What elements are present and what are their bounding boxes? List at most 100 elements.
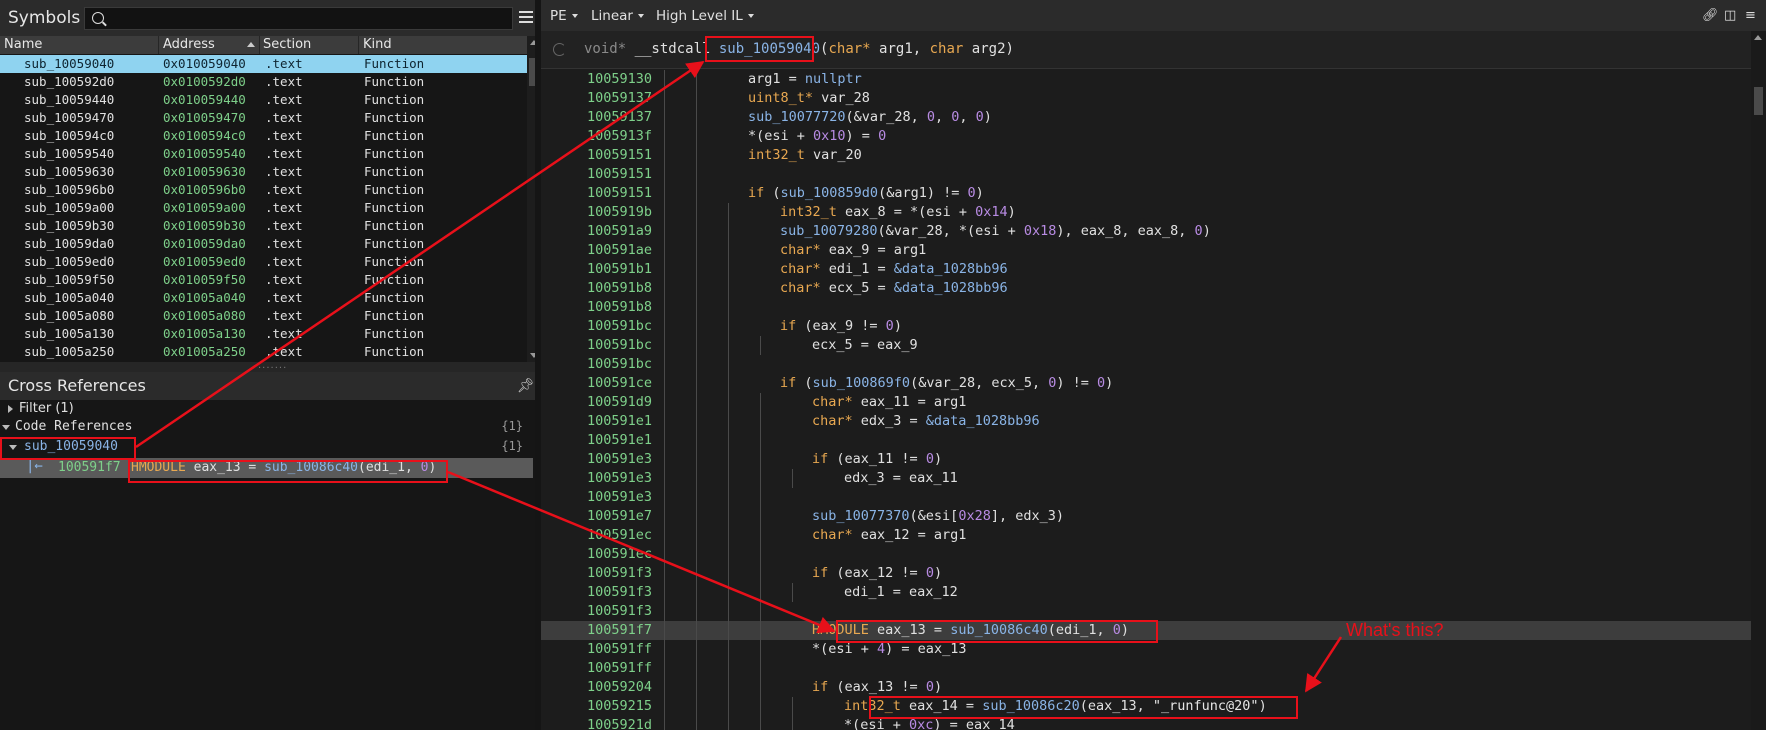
xref-code-references[interactable]: Code References {1} bbox=[0, 418, 533, 437]
code-line[interactable]: 100591ec bbox=[541, 545, 1751, 564]
code-line[interactable]: 10059137 uint8_t* var_28 bbox=[541, 89, 1751, 108]
code-line[interactable]: 10059151 if (sub_100859d0(&arg1) != 0) bbox=[541, 184, 1751, 203]
code-line[interactable]: 100591b8 bbox=[541, 298, 1751, 317]
code-line[interactable]: 100591ce if (sub_100869f0(&var_28, ecx_5,… bbox=[541, 374, 1751, 393]
code-line[interactable]: 100591e1 char* edx_3 = &data_1028bb96 bbox=[541, 412, 1751, 431]
symbol-row[interactable]: sub_1005a130 0x01005a130 .text Function bbox=[0, 325, 527, 343]
pin-icon[interactable]: 📌︎ bbox=[517, 378, 535, 394]
layout-dropdown[interactable]: Linear bbox=[591, 8, 644, 24]
symbol-address: 0x01005a080 bbox=[163, 308, 246, 323]
symbol-row[interactable]: sub_10059630 0x010059630 .text Function bbox=[0, 163, 527, 181]
hamburger-menu-icon[interactable] bbox=[519, 11, 533, 23]
indent-guide bbox=[664, 260, 665, 279]
code-line-text: HMODULE eax_13 = sub_10086c40(edi_1, 0) bbox=[812, 622, 1130, 638]
symbol-row[interactable]: sub_100596b0 0x0100596b0 .text Function bbox=[0, 181, 527, 199]
indent-guide bbox=[664, 279, 665, 298]
split-view-icon[interactable]: ◫ bbox=[1724, 8, 1738, 23]
code-line[interactable]: 100591f3 bbox=[541, 602, 1751, 621]
code-line[interactable]: 100591ff bbox=[541, 659, 1751, 678]
signature-function-name[interactable]: sub_10059040 bbox=[719, 41, 820, 57]
code-scroll-thumb[interactable] bbox=[1754, 87, 1763, 115]
symbol-row[interactable]: sub_10059da0 0x010059da0 .text Function bbox=[0, 235, 527, 253]
symbol-row[interactable]: sub_10059470 0x010059470 .text Function bbox=[0, 109, 527, 127]
code-line[interactable]: 10059215 int32_t eax_14 = sub_10086c20(ea… bbox=[541, 697, 1751, 716]
symbol-row[interactable]: sub_10059a00 0x010059a00 .text Function bbox=[0, 199, 527, 217]
code-line[interactable]: 100591e1 bbox=[541, 431, 1751, 450]
symbol-row[interactable]: sub_10059540 0x010059540 .text Function bbox=[0, 145, 527, 163]
code-line[interactable]: 1005919b int32_t eax_8 = *(esi + 0x14) bbox=[541, 203, 1751, 222]
code-line[interactable]: 1005913f *(esi + 0x10) = 0 bbox=[541, 127, 1751, 146]
collapse-arrow-icon[interactable] bbox=[2, 425, 10, 430]
code-line[interactable]: 100591b1 char* edi_1 = &data_1028bb96 bbox=[541, 260, 1751, 279]
code-line[interactable]: 100591bc bbox=[541, 355, 1751, 374]
indent-guide bbox=[760, 488, 761, 507]
expand-arrow-icon[interactable] bbox=[8, 405, 13, 413]
code-line[interactable]: 100591e3 bbox=[541, 488, 1751, 507]
code-line[interactable]: 10059204 if (eax_13 != 0) bbox=[541, 678, 1751, 697]
symbol-row[interactable]: sub_1005a080 0x01005a080 .text Function bbox=[0, 307, 527, 325]
code-line[interactable]: 10059151 bbox=[541, 165, 1751, 184]
code-line-address: 10059151 bbox=[587, 185, 653, 201]
code-line[interactable]: 10059151 int32_t var_20 bbox=[541, 146, 1751, 165]
symbol-row[interactable]: sub_10059ed0 0x010059ed0 .text Function bbox=[0, 253, 527, 271]
symbols-search-input[interactable] bbox=[109, 8, 509, 29]
xref-filter[interactable]: Filter (1) bbox=[0, 400, 533, 419]
code-line[interactable]: 100591e3 edx_3 = eax_11 bbox=[541, 469, 1751, 488]
code-line[interactable]: 100591ec char* eax_12 = arg1 bbox=[541, 526, 1751, 545]
symbols-search-box[interactable] bbox=[84, 7, 513, 30]
symbol-row[interactable]: sub_1005a250 0x01005a250 .text Function bbox=[0, 343, 527, 361]
symbol-name: sub_10059da0 bbox=[24, 236, 115, 251]
indent-guide bbox=[728, 260, 729, 279]
code-line[interactable]: 1005921d *(esi + 0xc) = eax_14 bbox=[541, 716, 1751, 730]
indent-guide bbox=[696, 260, 697, 279]
code-line[interactable]: 100591f3 edi_1 = eax_12 bbox=[541, 583, 1751, 602]
symbol-row[interactable]: sub_10059040 0x010059040 .text Function bbox=[0, 55, 527, 73]
code-line[interactable]: 100591f3 if (eax_12 != 0) bbox=[541, 564, 1751, 583]
column-header-section[interactable]: Section bbox=[263, 37, 311, 52]
indent-guide bbox=[760, 545, 761, 564]
view-toolbar: PE Linear High Level IL 🔗︎ ◫ ≡ bbox=[541, 0, 1766, 31]
view-type-dropdown[interactable]: PE bbox=[550, 8, 578, 24]
link-icon[interactable]: 🔗︎ bbox=[1702, 8, 1719, 23]
symbol-row[interactable]: sub_10059440 0x010059440 .text Function bbox=[0, 91, 527, 109]
column-header-name[interactable]: Name bbox=[4, 37, 42, 52]
column-header-address[interactable]: Address bbox=[163, 37, 215, 52]
indent-guide bbox=[696, 184, 697, 203]
code-line[interactable]: 10059137 sub_10077720(&var_28, 0, 0, 0) bbox=[541, 108, 1751, 127]
collapse-arrow-icon[interactable] bbox=[9, 445, 17, 450]
indent-guide bbox=[760, 393, 761, 412]
xref-function-node[interactable]: sub_10059040 {1} bbox=[0, 438, 533, 457]
code-line[interactable]: 100591d9 char* eax_11 = arg1 bbox=[541, 393, 1751, 412]
xref-reference-row[interactable]: |← 100591f7 HMODULE eax_13 = sub_10086c4… bbox=[0, 458, 533, 478]
symbol-row[interactable]: sub_100592d0 0x0100592d0 .text Function bbox=[0, 73, 527, 91]
code-line[interactable]: 100591e3 if (eax_11 != 0) bbox=[541, 450, 1751, 469]
code-line-address: 100591e1 bbox=[587, 432, 653, 448]
indent-guide bbox=[664, 374, 665, 393]
code-line[interactable]: 100591e7 sub_10077370(&esi[0x28], edx_3) bbox=[541, 507, 1751, 526]
symbols-title: Symbols bbox=[8, 8, 81, 28]
code-line[interactable]: 100591b8 char* ecx_5 = &data_1028bb96 bbox=[541, 279, 1751, 298]
code-line[interactable]: 100591f7 HMODULE eax_13 = sub_10086c40(ed… bbox=[541, 621, 1751, 640]
hlil-code-view[interactable]: 10059130 arg1 = nullptr 10059137 uint8_t* v… bbox=[541, 70, 1751, 730]
scroll-up-icon[interactable] bbox=[1754, 35, 1762, 40]
code-line[interactable]: 100591a9 sub_10079280(&var_28, *(esi + 0x… bbox=[541, 222, 1751, 241]
symbol-name: sub_1005a080 bbox=[24, 308, 115, 323]
il-level-dropdown[interactable]: High Level IL bbox=[656, 8, 754, 24]
code-line[interactable]: 100591bc ecx_5 = eax_9 bbox=[541, 336, 1751, 355]
symbol-row[interactable]: sub_1005a040 0x01005a040 .text Function bbox=[0, 289, 527, 307]
code-scrollbar[interactable] bbox=[1751, 31, 1766, 730]
symbol-section: .text bbox=[265, 308, 303, 323]
code-line[interactable]: 100591bc if (eax_9 != 0) bbox=[541, 317, 1751, 336]
chevron-down-icon bbox=[571, 14, 578, 18]
code-line[interactable]: 100591ff *(esi + 4) = eax_13 bbox=[541, 640, 1751, 659]
column-header-kind[interactable]: Kind bbox=[363, 37, 392, 52]
refresh-icon[interactable] bbox=[553, 43, 566, 56]
code-line[interactable]: 100591ae char* eax_9 = arg1 bbox=[541, 241, 1751, 260]
symbol-row[interactable]: sub_10059b30 0x010059b30 .text Function bbox=[0, 217, 527, 235]
code-line[interactable]: 10059130 arg1 = nullptr bbox=[541, 70, 1751, 89]
menu-icon[interactable]: ≡ bbox=[1745, 8, 1759, 23]
symbol-row[interactable]: sub_100594c0 0x0100594c0 .text Function bbox=[0, 127, 527, 145]
symbol-row[interactable]: sub_10059f50 0x010059f50 .text Function bbox=[0, 271, 527, 289]
xref-function-name[interactable]: sub_10059040 bbox=[24, 439, 118, 454]
indent-guide bbox=[664, 431, 665, 450]
